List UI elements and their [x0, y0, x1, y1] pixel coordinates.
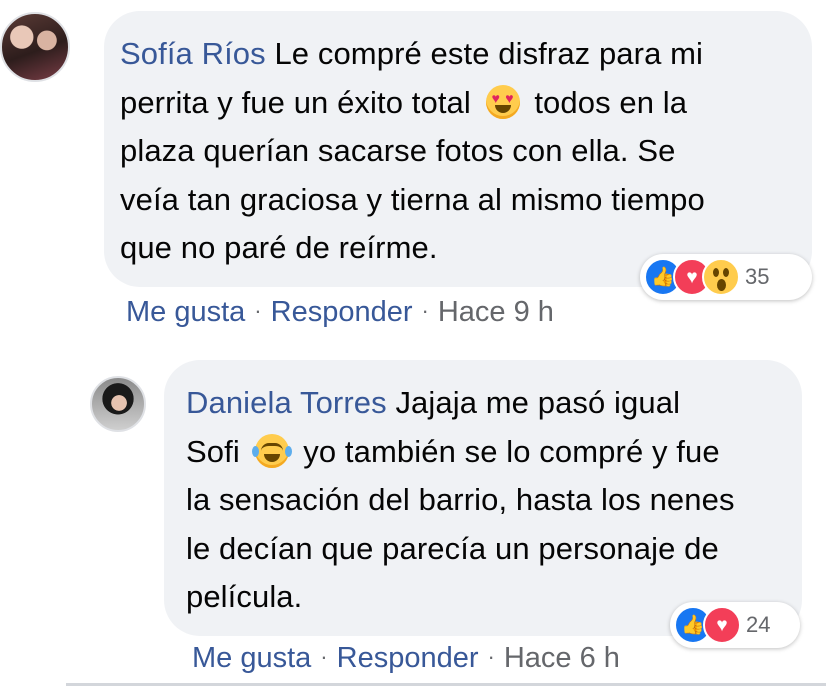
timestamp[interactable]: Hace 6 h	[504, 642, 620, 674]
love-icon: ♥	[703, 606, 741, 644]
reaction-summary[interactable]: 👍 ♥ 24	[670, 602, 800, 648]
reply-link[interactable]: Responder	[337, 642, 479, 674]
reaction-count: 24	[746, 612, 771, 637]
author-name[interactable]: Daniela Torres	[186, 385, 387, 420]
reply-daniela: Daniela Torres Jajaja me pasó igual Sofi…	[0, 0, 826, 686]
avatar-daniela[interactable]	[90, 376, 146, 432]
comment-actions: Me gusta · Responder · Hace 6 h	[192, 642, 620, 674]
comment-text: Daniela Torres Jajaja me pasó igual Sofi…	[186, 385, 735, 614]
tears-of-joy-emoji	[251, 433, 292, 468]
like-link[interactable]: Me gusta	[192, 642, 311, 674]
